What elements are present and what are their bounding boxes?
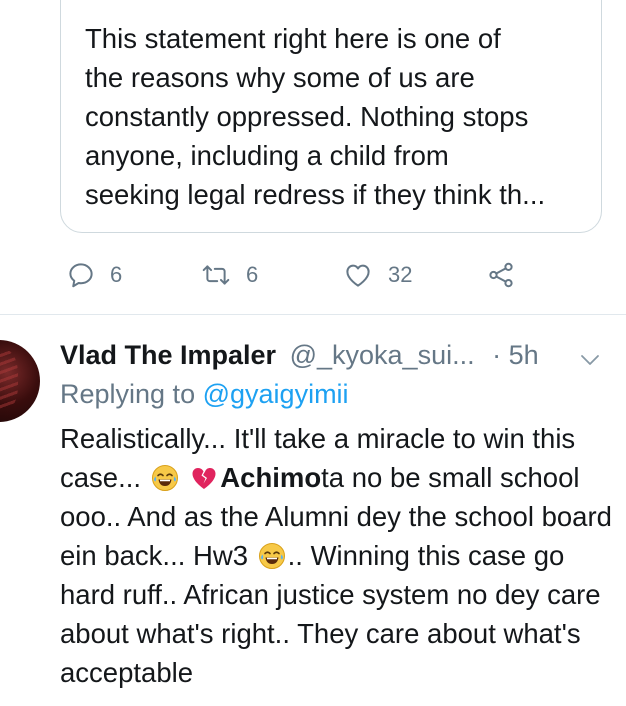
tweet-action-bar: 6 6 32 <box>60 252 530 298</box>
share-button[interactable] <box>486 260 516 290</box>
share-icon <box>486 260 516 290</box>
retweet-button[interactable]: 6 <box>200 260 258 290</box>
tears-of-joy-emoji-icon <box>151 463 179 491</box>
chevron-down-icon[interactable] <box>578 343 602 383</box>
tweet-divider <box>0 314 626 315</box>
reply-button[interactable]: 6 <box>66 260 122 290</box>
replying-to-mention[interactable]: @gyaigyimii <box>203 379 349 409</box>
heart-icon <box>342 260 374 290</box>
quoted-tweet-text: This statement right here is one of the … <box>85 23 546 210</box>
tears-of-joy-emoji-icon <box>258 541 286 569</box>
avatar[interactable] <box>0 340 40 422</box>
user-handle[interactable]: @_kyoka_sui... <box>290 340 475 370</box>
retweet-count: 6 <box>246 262 259 287</box>
retweet-icon <box>200 260 232 290</box>
speech-bubble-icon <box>66 260 96 290</box>
tweet-body: Realistically... It'll take a miracle to… <box>60 419 616 692</box>
reply-count: 6 <box>110 262 123 287</box>
quoted-tweet-card[interactable]: This statement right here is one of the … <box>60 0 602 233</box>
tweet-bold-text: Achimo <box>220 462 322 493</box>
tweet-header: Vlad The Impaler @_kyoka_sui... · 5h <box>60 335 606 375</box>
replying-to-label: Replying to <box>60 379 196 409</box>
tweet-thread-view: This statement right here is one of the … <box>0 0 626 706</box>
replying-to-line: Replying to @gyaigyimii <box>60 375 349 413</box>
like-button[interactable]: 32 <box>342 260 412 290</box>
like-count: 32 <box>388 262 413 287</box>
tweet-timestamp[interactable]: · 5h <box>492 340 539 370</box>
display-name[interactable]: Vlad The Impaler <box>60 340 276 370</box>
broken-heart-emoji-icon <box>190 463 218 491</box>
